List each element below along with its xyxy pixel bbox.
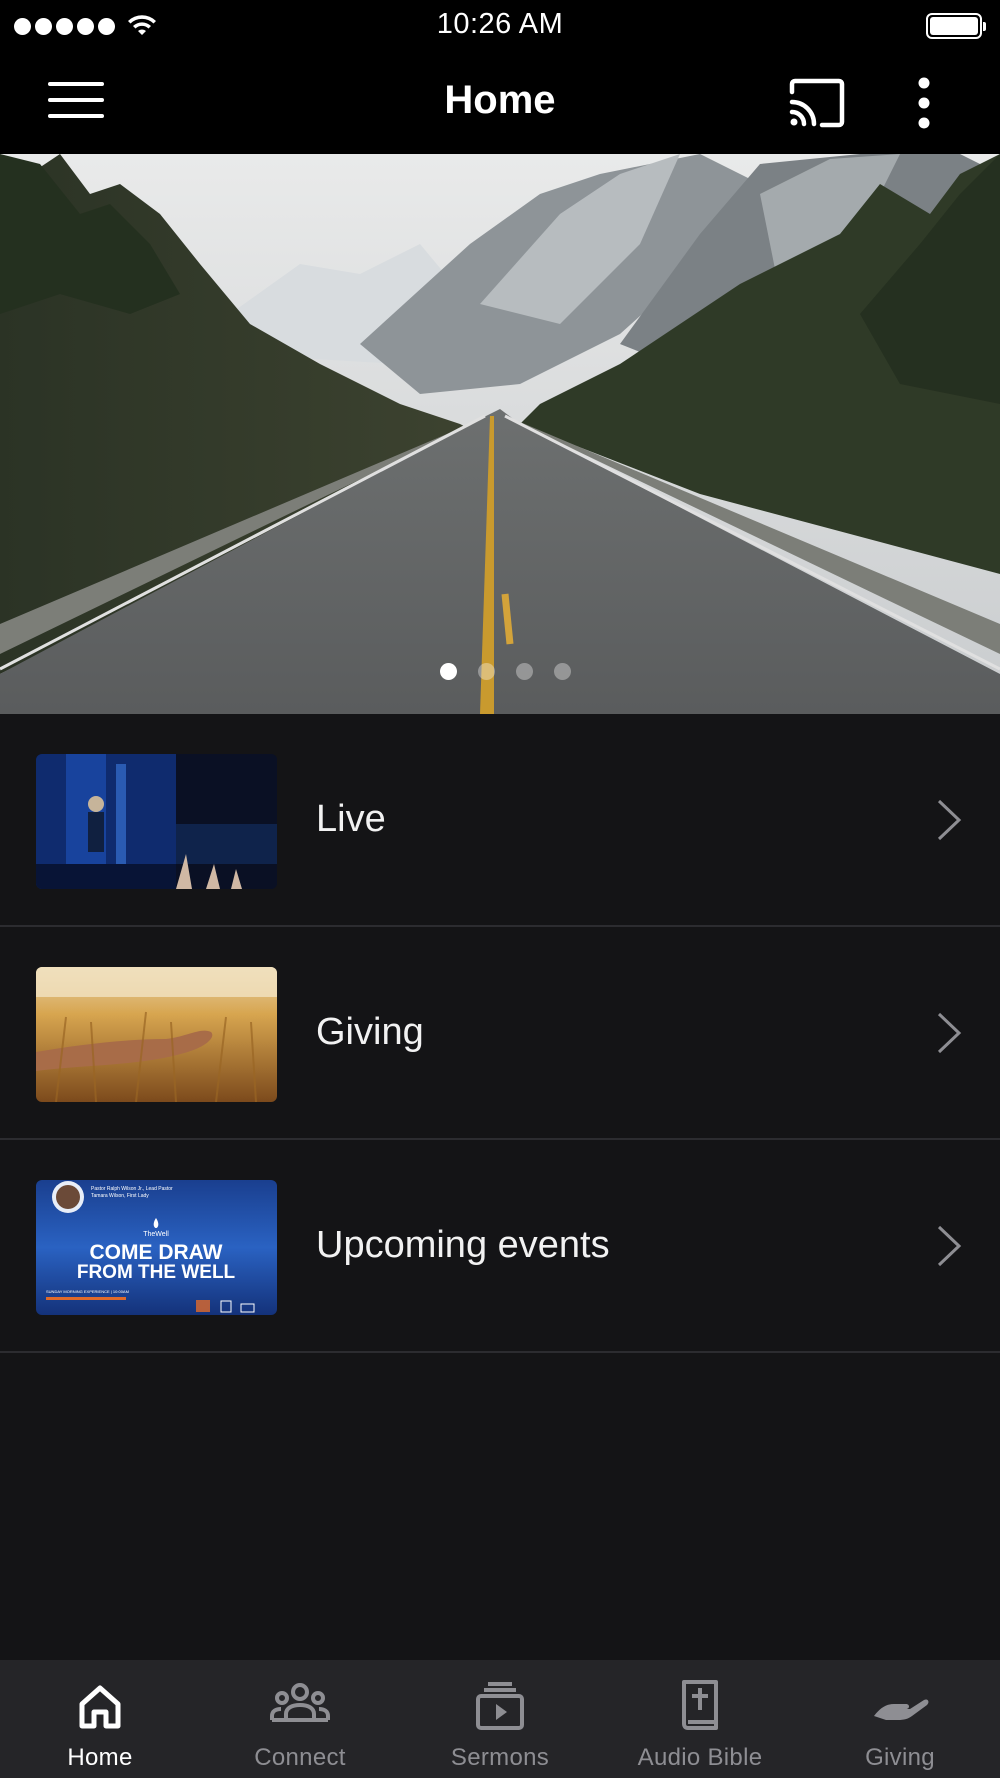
list-item-label: Giving: [316, 1011, 424, 1053]
carousel-dot[interactable]: [439, 663, 457, 680]
list-item-live[interactable]: Live: [0, 714, 1000, 927]
video-library-icon: [476, 1682, 524, 1730]
battery-icon: [926, 13, 986, 39]
list-item-upcoming-events[interactable]: Pastor Ralph Wilson Jr., Lead Pastor Tam…: [0, 1140, 1000, 1353]
tab-home[interactable]: Home: [0, 1660, 200, 1778]
svg-text:Pastor Ralph Wilson Jr., Lead: Pastor Ralph Wilson Jr., Lead Pastor: [91, 1186, 173, 1192]
tab-label: Connect: [254, 1744, 346, 1771]
list-item-giving[interactable]: Giving: [0, 927, 1000, 1140]
home-list: Live Giving Pastor Ralph Wilson Jr., Lea…: [0, 714, 1000, 1353]
chevron-right-icon: [937, 799, 962, 841]
giving-hand-icon: [874, 1699, 929, 1720]
status-bar: 10:26 AM: [0, 0, 1000, 52]
carousel-dot[interactable]: [477, 663, 495, 680]
tab-audio-bible[interactable]: Audio Bible: [600, 1660, 800, 1778]
tab-label: Giving: [865, 1744, 935, 1771]
carousel-indicator: [0, 663, 1000, 680]
chevron-right-icon: [937, 1012, 962, 1054]
the-well-event-flyer: Pastor Ralph Wilson Jr., Lead Pastor Tam…: [36, 1180, 277, 1315]
svg-text:TheWell: TheWell: [143, 1231, 169, 1238]
tab-giving[interactable]: Giving: [800, 1660, 1000, 1778]
concert-worship-thumbnail: [36, 754, 277, 889]
wheat-field-hand-thumbnail: [36, 967, 277, 1102]
tab-label: Audio Bible: [637, 1744, 763, 1771]
tab-label: Home: [67, 1744, 133, 1771]
group-icon: [270, 1683, 330, 1722]
svg-text:FROM THE WELL: FROM THE WELL: [77, 1262, 236, 1283]
list-item-label: Upcoming events: [316, 1224, 610, 1266]
tab-connect[interactable]: Connect: [200, 1660, 400, 1778]
carousel-dot[interactable]: [515, 663, 533, 680]
home-icon: [79, 1685, 121, 1729]
tab-label: Sermons: [450, 1744, 550, 1771]
mountain-road-photo: [0, 154, 1000, 714]
bible-icon: [682, 1680, 718, 1730]
bottom-tab-bar: Home Connect Sermons Audio Bible Giving: [0, 1660, 1000, 1778]
tab-sermons[interactable]: Sermons: [400, 1660, 600, 1778]
svg-text:Tamara Wilson, First Lady: Tamara Wilson, First Lady: [91, 1193, 149, 1199]
svg-text:COME DRAW: COME DRAW: [90, 1241, 223, 1264]
cast-icon[interactable]: [788, 78, 846, 128]
chevron-right-icon: [937, 1225, 962, 1267]
more-vertical-icon[interactable]: [906, 76, 942, 130]
list-item-label: Live: [316, 798, 386, 840]
svg-text:SUNDAY MORNING EXPERIENCE | 10: SUNDAY MORNING EXPERIENCE | 10:00AM: [46, 1289, 129, 1294]
hero-carousel[interactable]: [0, 154, 1000, 714]
page-title: Home: [444, 78, 556, 122]
app-bar: Home: [0, 52, 1000, 154]
status-time: 10:26 AM: [436, 8, 564, 40]
carousel-dot[interactable]: [553, 663, 571, 680]
